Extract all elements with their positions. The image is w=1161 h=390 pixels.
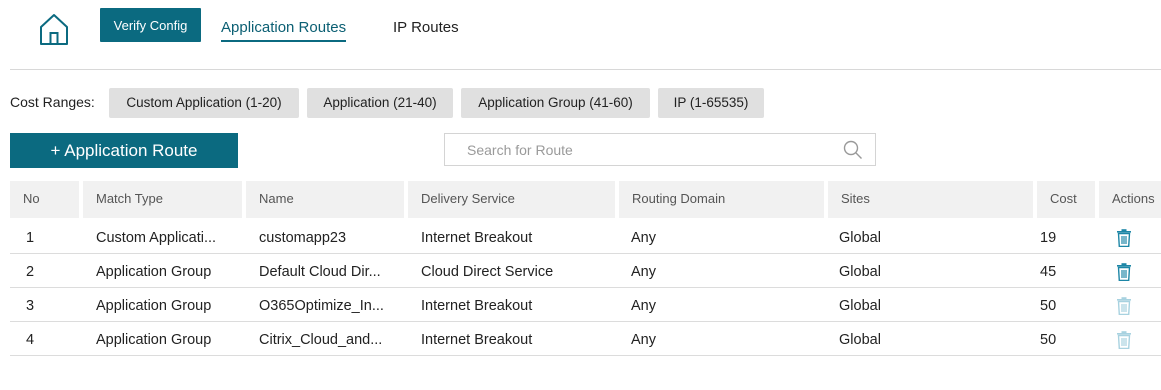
cell-cost: 50	[1040, 298, 1057, 314]
cell-cost: 19	[1040, 230, 1057, 246]
cell-cost: 45	[1040, 264, 1057, 280]
search-icon[interactable]	[843, 140, 863, 160]
table-row[interactable]: 4 Application Group Citrix_Cloud_and... …	[10, 322, 1161, 356]
cell-routing-domain: Any	[631, 332, 656, 348]
home-icon[interactable]	[38, 13, 70, 45]
cell-name: Citrix_Cloud_and...	[259, 332, 383, 348]
tab-application-routes[interactable]: Application Routes	[221, 19, 347, 42]
column-header-delivery-service[interactable]: Delivery Service	[408, 181, 615, 218]
trash-icon[interactable]	[1116, 229, 1132, 247]
cell-delivery-service: Cloud Direct Service	[421, 264, 554, 280]
cell-no: 3	[26, 298, 35, 314]
trash-icon[interactable]	[1116, 263, 1132, 281]
cell-no: 1	[26, 230, 35, 246]
column-header-routing-domain[interactable]: Routing Domain	[619, 181, 824, 218]
cost-chip-application: Application (21-40)	[307, 88, 453, 118]
column-header-match-type[interactable]: Match Type	[83, 181, 242, 218]
cell-routing-domain: Any	[631, 298, 656, 314]
cell-sites: Global	[839, 332, 881, 348]
cell-sites: Global	[839, 230, 881, 246]
cell-name: Default Cloud Dir...	[259, 264, 381, 280]
table-row[interactable]: 2 Application Group Default Cloud Dir...…	[10, 254, 1161, 288]
cell-no: 2	[26, 264, 35, 280]
cell-delivery-service: Internet Breakout	[421, 230, 533, 246]
table-row[interactable]: 1 Custom Applicati... customapp23 Intern…	[10, 220, 1161, 254]
cell-delivery-service: Internet Breakout	[421, 332, 533, 348]
search-input[interactable]	[465, 141, 829, 159]
column-header-sites[interactable]: Sites	[828, 181, 1033, 218]
cell-routing-domain: Any	[631, 264, 656, 280]
cell-sites: Global	[839, 298, 881, 314]
cell-match-type: Application Group	[96, 264, 212, 280]
column-header-no[interactable]: No	[10, 181, 79, 218]
cell-match-type: Application Group	[96, 332, 212, 348]
add-application-route-button[interactable]: + Application Route	[10, 133, 238, 168]
column-header-name[interactable]: Name	[246, 181, 404, 218]
cost-chip-ip: IP (1-65535)	[658, 88, 764, 118]
trash-icon-disabled	[1117, 297, 1131, 315]
tab-ip-routes[interactable]: IP Routes	[393, 19, 459, 36]
search-box[interactable]	[444, 133, 876, 166]
table-row[interactable]: 3 Application Group O365Optimize_In... I…	[10, 288, 1161, 322]
verify-config-button[interactable]: Verify Config	[100, 8, 201, 42]
cell-no: 4	[26, 332, 35, 348]
cost-ranges-label: Cost Ranges:	[10, 94, 95, 110]
cell-routing-domain: Any	[631, 230, 656, 246]
header-divider	[10, 69, 1161, 70]
cell-delivery-service: Internet Breakout	[421, 298, 533, 314]
cell-name: O365Optimize_In...	[259, 298, 384, 314]
cell-cost: 50	[1040, 332, 1057, 348]
column-header-cost[interactable]: Cost	[1037, 181, 1095, 218]
cost-chip-custom-application: Custom Application (1-20)	[109, 88, 299, 118]
cell-name: customapp23	[259, 230, 347, 246]
cell-sites: Global	[839, 264, 881, 280]
cell-match-type: Application Group	[96, 298, 212, 314]
column-header-actions: Actions	[1099, 181, 1161, 218]
cell-match-type: Custom Applicati...	[96, 230, 217, 246]
trash-icon-disabled	[1117, 331, 1131, 349]
cost-chip-application-group: Application Group (41-60)	[461, 88, 650, 118]
